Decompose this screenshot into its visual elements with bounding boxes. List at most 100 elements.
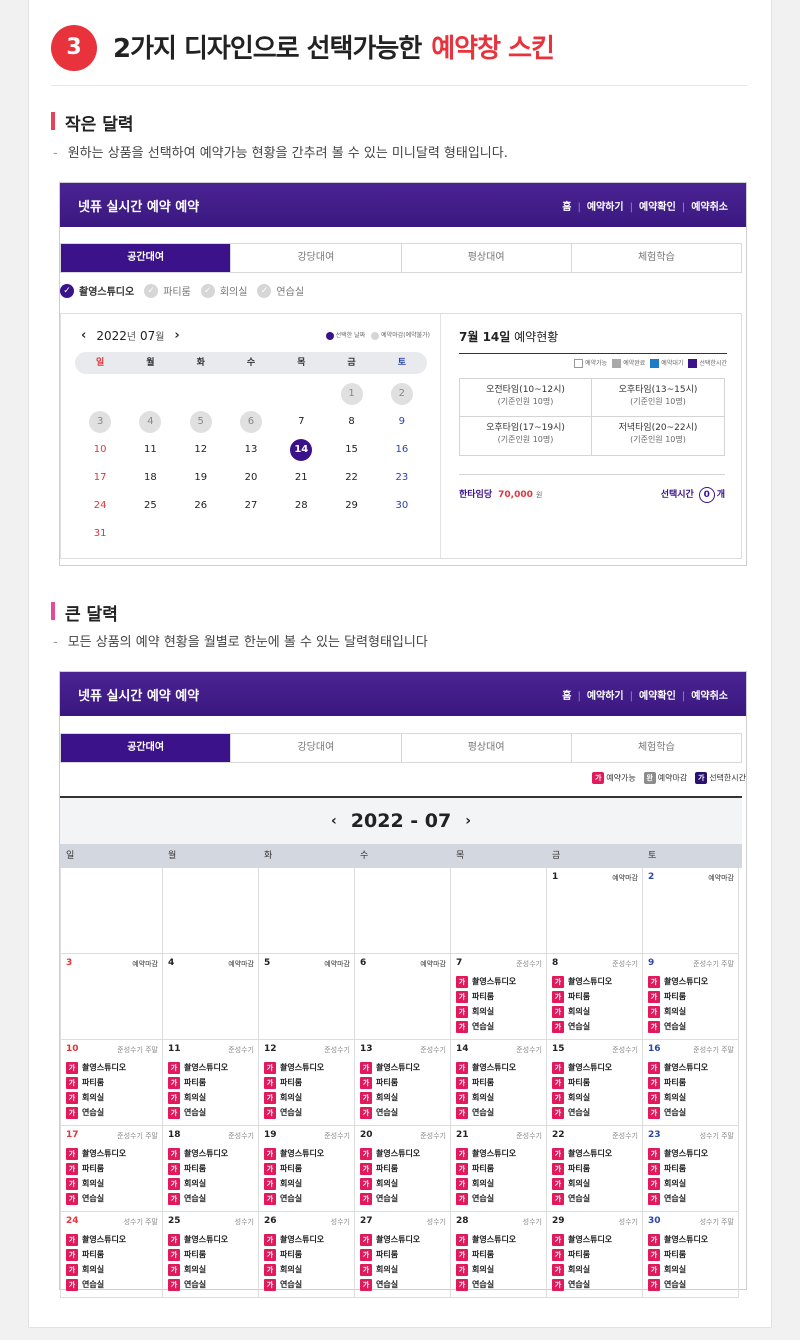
day-cell[interactable]: 24	[75, 492, 125, 520]
room-item[interactable]: 가 연습실	[648, 1105, 733, 1120]
radio-meeting-room[interactable]: ✓ 회의실	[200, 283, 247, 298]
room-item[interactable]: 가 파티룸	[552, 989, 637, 1004]
day-cell[interactable]: 18	[125, 464, 175, 492]
tab-auditorium-rental[interactable]: 강당대여	[231, 244, 402, 272]
room-item[interactable]: 가 회의실	[66, 1176, 157, 1191]
room-item[interactable]: 가 연습실	[552, 1277, 637, 1292]
room-item[interactable]: 가 촬영스튜디오	[456, 1232, 541, 1247]
day-cell[interactable]: 12	[176, 436, 226, 464]
room-item[interactable]: 가 파티룸	[264, 1161, 349, 1176]
room-item[interactable]: 가 연습실	[456, 1019, 541, 1034]
room-item[interactable]: 가 연습실	[648, 1191, 733, 1206]
room-item[interactable]: 가 촬영스튜디오	[552, 1146, 637, 1161]
room-item[interactable]: 가 연습실	[264, 1191, 349, 1206]
room-item[interactable]: 가 회의실	[648, 1176, 733, 1191]
room-item[interactable]: 가 연습실	[66, 1105, 157, 1120]
room-item[interactable]: 가 파티룸	[360, 1161, 445, 1176]
room-item[interactable]: 가 촬영스튜디오	[66, 1060, 157, 1075]
room-item[interactable]: 가 파티룸	[66, 1075, 157, 1090]
room-item[interactable]: 가 연습실	[66, 1191, 157, 1206]
room-item[interactable]: 가 파티룸	[168, 1161, 253, 1176]
room-item[interactable]: 가 회의실	[168, 1090, 253, 1105]
room-item[interactable]: 가 회의실	[360, 1090, 445, 1105]
day-cell[interactable]: 28	[276, 492, 326, 520]
day-cell[interactable]: 13	[226, 436, 276, 464]
day-cell[interactable]: 6	[226, 408, 276, 436]
room-item[interactable]: 가 파티룸	[168, 1247, 253, 1262]
room-item[interactable]: 가 연습실	[66, 1277, 157, 1292]
room-item[interactable]: 가 파티룸	[648, 1247, 733, 1262]
day-cell[interactable]: 23	[377, 464, 427, 492]
day-cell[interactable]: 20	[226, 464, 276, 492]
room-item[interactable]: 가 촬영스튜디오	[552, 1232, 637, 1247]
room-item[interactable]: 가 회의실	[168, 1262, 253, 1277]
day-cell[interactable]: 22	[326, 464, 376, 492]
day-cell[interactable]: 14	[276, 436, 326, 464]
day-cell[interactable]: 26	[176, 492, 226, 520]
room-item[interactable]: 가 촬영스튜디오	[168, 1060, 253, 1075]
room-item[interactable]: 가 파티룸	[456, 989, 541, 1004]
slot-morning[interactable]: 오전타임(10~12시) (기준인원 10명)	[460, 379, 592, 417]
room-item[interactable]: 가 파티룸	[552, 1161, 637, 1176]
room-item[interactable]: 가 촬영스튜디오	[264, 1060, 349, 1075]
day-cell[interactable]: 29	[326, 492, 376, 520]
room-item[interactable]: 가 회의실	[264, 1090, 349, 1105]
room-item[interactable]: 가 회의실	[456, 1176, 541, 1191]
room-item[interactable]: 가 촬영스튜디오	[552, 974, 637, 989]
room-item[interactable]: 가 연습실	[456, 1191, 541, 1206]
room-item[interactable]: 가 회의실	[456, 1262, 541, 1277]
day-cell[interactable]: 3	[75, 408, 125, 436]
tab-experience-learning[interactable]: 체험학습	[571, 244, 741, 272]
room-item[interactable]: 가 촬영스튜디오	[168, 1232, 253, 1247]
day-cell[interactable]: 16	[377, 436, 427, 464]
room-item[interactable]: 가 회의실	[456, 1090, 541, 1105]
tab-auditorium-rental[interactable]: 강당대여	[231, 734, 402, 762]
room-item[interactable]: 가 연습실	[264, 1105, 349, 1120]
radio-party-room[interactable]: ✓ 파티룸	[144, 283, 191, 298]
room-item[interactable]: 가 촬영스튜디오	[456, 1060, 541, 1075]
tab-space-rental[interactable]: 공간대여	[61, 244, 232, 272]
room-item[interactable]: 가 회의실	[264, 1176, 349, 1191]
tab-platform-rental[interactable]: 평상대여	[401, 734, 572, 762]
room-item[interactable]: 가 연습실	[456, 1105, 541, 1120]
room-item[interactable]: 가 파티룸	[168, 1075, 253, 1090]
room-item[interactable]: 가 촬영스튜디오	[648, 1060, 733, 1075]
room-item[interactable]: 가 연습실	[648, 1277, 733, 1292]
room-item[interactable]: 가 회의실	[66, 1262, 157, 1277]
day-cell[interactable]: 27	[226, 492, 276, 520]
room-item[interactable]: 가 연습실	[360, 1277, 445, 1292]
prev-month-icon[interactable]: ‹	[331, 813, 337, 829]
room-item[interactable]: 가 촬영스튜디오	[648, 1232, 733, 1247]
day-cell[interactable]: 19	[176, 464, 226, 492]
day-cell[interactable]: 10	[75, 436, 125, 464]
radio-practice-room[interactable]: ✓ 연습실	[257, 283, 304, 298]
room-item[interactable]: 가 파티룸	[264, 1247, 349, 1262]
tab-experience-learning[interactable]: 체험학습	[571, 734, 741, 762]
room-item[interactable]: 가 파티룸	[648, 989, 733, 1004]
room-item[interactable]: 가 연습실	[552, 1191, 637, 1206]
room-item[interactable]: 가 촬영스튜디오	[66, 1146, 157, 1161]
room-item[interactable]: 가 연습실	[264, 1277, 349, 1292]
room-item[interactable]: 가 연습실	[552, 1019, 637, 1034]
room-item[interactable]: 가 회의실	[456, 1004, 541, 1019]
room-item[interactable]: 가 파티룸	[360, 1075, 445, 1090]
prev-month-icon[interactable]: ‹	[81, 328, 86, 343]
room-item[interactable]: 가 회의실	[168, 1176, 253, 1191]
room-item[interactable]: 가 회의실	[264, 1262, 349, 1277]
day-cell[interactable]: 11	[125, 436, 175, 464]
room-item[interactable]: 가 회의실	[648, 1262, 733, 1277]
room-item[interactable]: 가 파티룸	[456, 1161, 541, 1176]
room-item[interactable]: 가 연습실	[168, 1191, 253, 1206]
room-item[interactable]: 가 회의실	[66, 1090, 157, 1105]
next-month-icon[interactable]: ›	[465, 813, 471, 829]
room-item[interactable]: 가 회의실	[648, 1090, 733, 1105]
room-item[interactable]: 가 회의실	[552, 1090, 637, 1105]
day-cell[interactable]: 15	[326, 436, 376, 464]
slot-afternoon-2[interactable]: 오후타임(17~19시) (기준인원 10명)	[460, 417, 592, 455]
tab-space-rental[interactable]: 공간대여	[61, 734, 232, 762]
day-cell[interactable]: 2	[377, 380, 427, 408]
room-item[interactable]: 가 연습실	[168, 1105, 253, 1120]
day-cell[interactable]: 21	[276, 464, 326, 492]
day-cell[interactable]: 5	[176, 408, 226, 436]
room-item[interactable]: 가 파티룸	[264, 1075, 349, 1090]
